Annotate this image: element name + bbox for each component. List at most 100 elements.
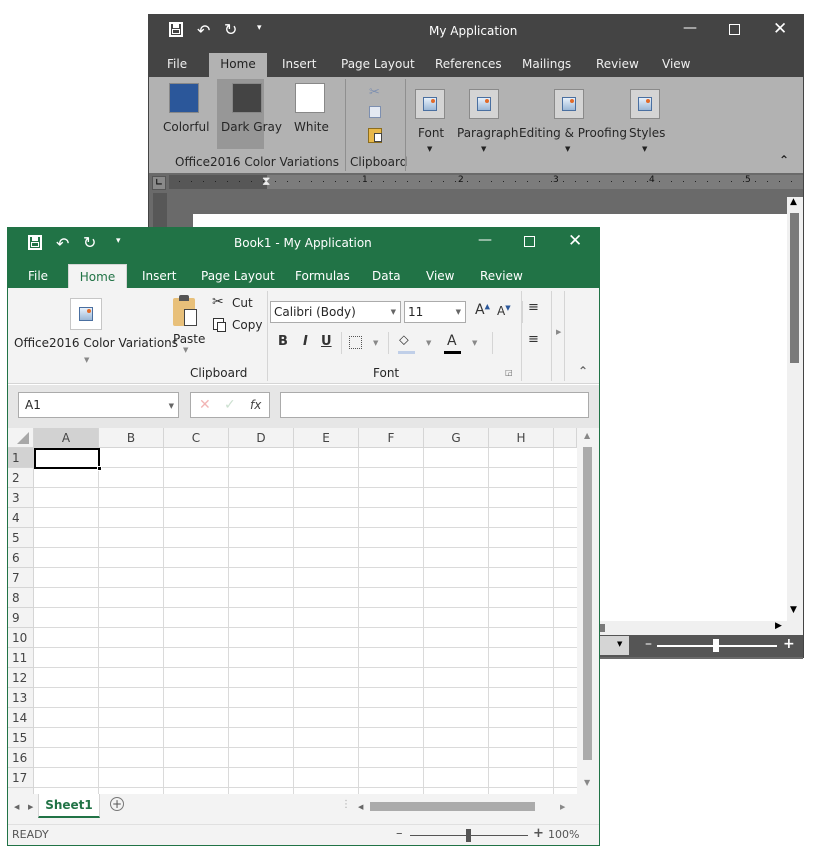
tab-file[interactable]: File [167, 53, 197, 77]
row-header-6[interactable]: 6 [8, 548, 34, 568]
tab-formulas[interactable]: Formulas [295, 264, 350, 290]
zoom-in-button[interactable]: + [783, 636, 795, 652]
row-header-14[interactable]: 14 [8, 708, 34, 728]
scroll-down-icon[interactable]: ▼ [584, 778, 590, 787]
collapse-ribbon-icon[interactable]: ⌃ [779, 153, 789, 167]
next-sheet-icon[interactable]: ▶ [28, 803, 33, 811]
customize-qat-icon[interactable]: ▾ [116, 236, 121, 246]
scroll-up-icon[interactable]: ▲ [790, 197, 797, 207]
align-top-icon[interactable]: ≡ [528, 300, 539, 315]
tab-mailings[interactable]: Mailings [522, 53, 571, 77]
column-header-c[interactable]: C [164, 428, 229, 448]
chevron-down-icon[interactable]: ▼ [426, 339, 431, 347]
table-row[interactable] [34, 688, 577, 708]
zoom-thumb[interactable] [713, 639, 719, 652]
table-row[interactable] [34, 468, 577, 488]
row-header-11[interactable]: 11 [8, 648, 34, 668]
row-header-7[interactable]: 7 [8, 568, 34, 588]
align-left-icon[interactable]: ≡ [528, 332, 539, 347]
font-color-button[interactable]: A [447, 333, 457, 349]
active-cell-A1[interactable] [34, 448, 100, 469]
tab-view[interactable]: View [426, 264, 454, 290]
zoom-in-button[interactable]: + [533, 826, 544, 841]
row-header-17[interactable]: 17 [8, 768, 34, 788]
zoom-level[interactable]: 100% [548, 828, 579, 841]
table-row[interactable] [34, 708, 577, 728]
fill-handle[interactable] [97, 466, 102, 471]
maximize-button[interactable] [524, 236, 535, 247]
table-row[interactable] [34, 508, 577, 528]
redo-icon[interactable]: ↻ [224, 20, 237, 39]
copy-icon[interactable] [369, 106, 381, 118]
table-row[interactable] [34, 488, 577, 508]
grow-font-button[interactable]: A▲ [475, 302, 490, 318]
zoom-out-button[interactable]: – [396, 826, 403, 841]
collapse-ribbon-icon[interactable]: ⌃ [578, 364, 588, 378]
tab-review[interactable]: Review [480, 264, 523, 290]
enter-icon[interactable]: ✓ [224, 393, 236, 417]
tab-home[interactable]: Home [68, 264, 127, 290]
shrink-font-button[interactable]: A▼ [497, 304, 511, 318]
tab-file[interactable]: File [26, 264, 50, 290]
table-row[interactable] [34, 448, 577, 468]
undo-icon[interactable]: ↶ [197, 21, 210, 40]
row-header-13[interactable]: 13 [8, 688, 34, 708]
scroll-left-icon[interactable]: ◀ [358, 803, 363, 811]
table-row[interactable] [34, 608, 577, 628]
chevron-down-icon[interactable]: ▼ [373, 339, 378, 347]
underline-button[interactable]: U [321, 334, 332, 349]
customize-qat-icon[interactable]: ▾ [257, 23, 262, 33]
tab-view[interactable]: View [662, 53, 690, 77]
zoom-out-button[interactable]: – [645, 636, 652, 652]
table-row[interactable] [34, 568, 577, 588]
formula-input[interactable] [280, 392, 589, 418]
table-row[interactable] [34, 648, 577, 668]
tab-home[interactable]: Home [209, 53, 267, 77]
table-row[interactable] [34, 548, 577, 568]
bold-button[interactable]: B [278, 334, 288, 349]
view-dropdown[interactable]: ▼ [599, 636, 629, 655]
select-all-button[interactable] [8, 428, 34, 448]
vertical-scrollbar[interactable]: ▲ ▼ [787, 197, 803, 621]
column-header-d[interactable]: D [229, 428, 294, 448]
minimize-button[interactable]: — [683, 20, 697, 36]
add-sheet-icon[interactable]: + [110, 797, 124, 811]
row-header-9[interactable]: 9 [8, 608, 34, 628]
row-header-10[interactable]: 10 [8, 628, 34, 648]
cancel-icon[interactable]: ✕ [199, 393, 211, 417]
name-box[interactable]: A1 ▼ [18, 392, 179, 418]
save-icon[interactable] [28, 235, 42, 250]
row-header-1[interactable]: 1 [8, 448, 34, 468]
font-name-dropdown[interactable]: Calibri (Body) ▼ [270, 301, 401, 323]
scroll-right-icon[interactable]: ▶ [775, 621, 782, 631]
vertical-scrollbar[interactable]: ▲ ▼ [577, 428, 599, 794]
table-row[interactable] [34, 748, 577, 768]
row-header-15[interactable]: 15 [8, 728, 34, 748]
borders-icon[interactable] [349, 336, 362, 349]
maximize-button[interactable] [729, 24, 740, 35]
sheet-tab-sheet1[interactable]: Sheet1 [38, 794, 100, 818]
minimize-button[interactable]: — [478, 232, 492, 248]
row-header-4[interactable]: 4 [8, 508, 34, 528]
font-dialog-launcher-icon[interactable]: ◲ [505, 368, 513, 377]
close-button[interactable]: ✕ [568, 231, 582, 251]
column-header-e[interactable]: E [294, 428, 359, 448]
tab-selector-icon[interactable]: ∟ [152, 176, 166, 190]
column-header-f[interactable]: F [359, 428, 424, 448]
redo-icon[interactable]: ↻ [83, 233, 96, 252]
tab-insert[interactable]: Insert [282, 53, 316, 77]
insert-function-button[interactable]: fx [250, 393, 261, 417]
tab-insert[interactable]: Insert [142, 264, 176, 290]
prev-sheet-icon[interactable]: ◀ [14, 803, 19, 811]
column-header-g[interactable]: G [424, 428, 489, 448]
tab-page-layout[interactable]: Page Layout [341, 53, 415, 77]
scroll-down-icon[interactable]: ▼ [790, 605, 797, 615]
ribbon-scroll-right-icon[interactable]: ▶ [556, 328, 561, 336]
scroll-thumb[interactable] [790, 213, 799, 363]
scroll-up-icon[interactable]: ▲ [584, 431, 590, 440]
scroll-thumb[interactable] [583, 447, 592, 760]
row-header-5[interactable]: 5 [8, 528, 34, 548]
horizontal-scroll-thumb[interactable] [370, 802, 535, 811]
column-header-a[interactable]: A [34, 428, 99, 448]
table-row[interactable] [34, 528, 577, 548]
